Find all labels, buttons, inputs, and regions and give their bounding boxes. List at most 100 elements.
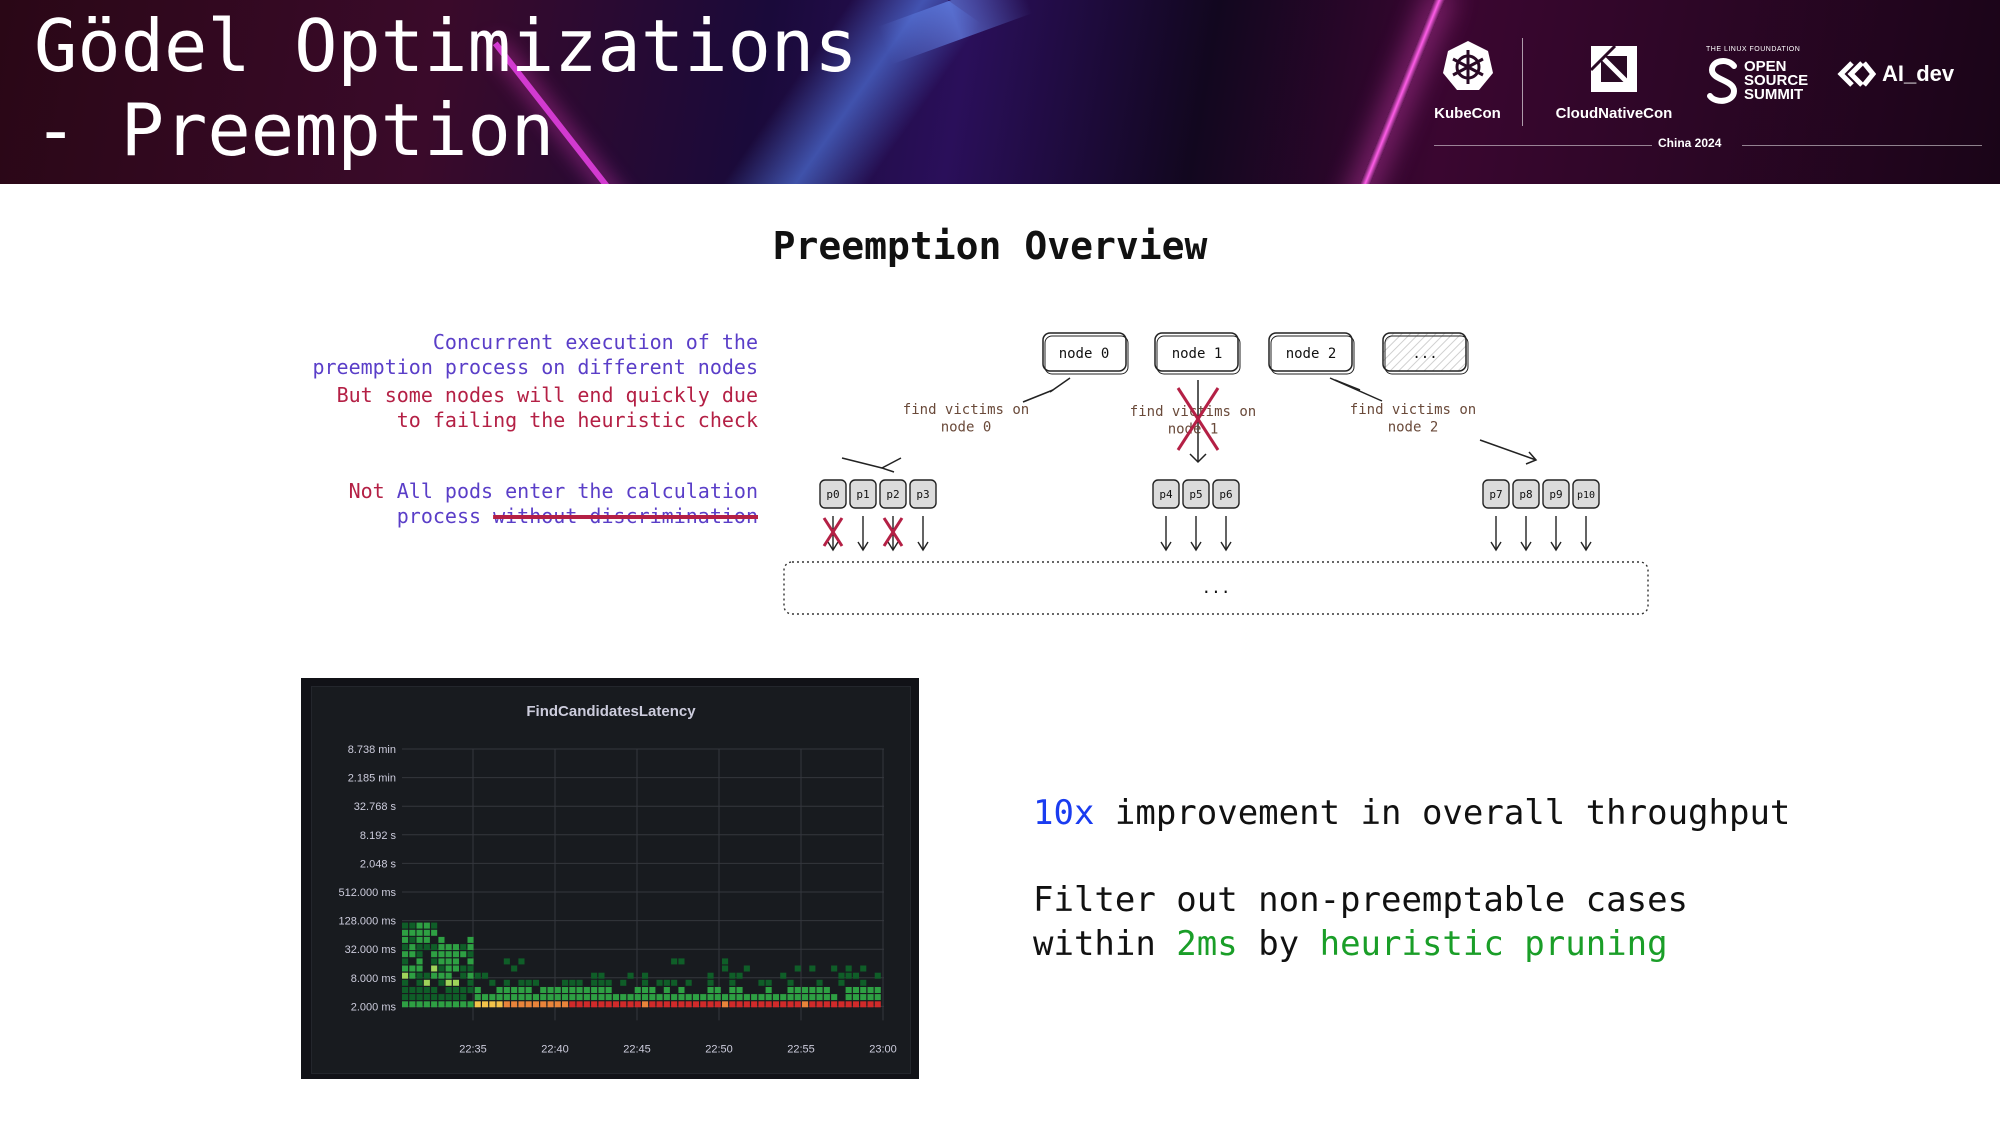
heatmap-cell	[445, 972, 452, 979]
heatmap-cell	[707, 972, 714, 979]
heatmap-cell	[423, 1001, 430, 1008]
pod-p7: p7	[1482, 479, 1510, 552]
heatmap-cell	[431, 958, 438, 965]
filter-method: heuristic pruning	[1319, 924, 1668, 964]
heatmap-cell	[511, 987, 518, 993]
heatmap-cell	[678, 958, 685, 965]
filter-stat-line1: Filter out non-preemptable cases	[1033, 880, 1689, 920]
heatmap-cell	[831, 994, 838, 1001]
kubecon-logo: KubeCon	[1420, 38, 1515, 122]
heatmap-cell	[416, 994, 423, 1001]
heatmap-cell	[663, 987, 670, 993]
heatmap-cell	[438, 944, 445, 951]
heatmap-cell	[838, 979, 845, 986]
heatmap-cell	[445, 1001, 452, 1008]
heatmap-cell	[438, 1001, 445, 1008]
cloudnativecon-logo: CloudNativeCon	[1534, 44, 1694, 122]
heatmap-cell	[569, 994, 576, 1001]
heatmap-cell	[452, 944, 459, 951]
heatmap-cell	[467, 951, 474, 958]
heatmap-cell	[489, 1001, 496, 1008]
event-logos: KubeCon CloudNativeCon THE LINUX FOUNDAT…	[1420, 30, 1990, 160]
improvement-text: improvement in overall throughput	[1094, 793, 1791, 833]
node-box-ellipsis: ...	[1382, 332, 1469, 375]
heatmap-cell	[438, 951, 445, 958]
heatmap-cell	[736, 994, 743, 1001]
heatmap-cell	[612, 994, 619, 1001]
heatmap-cell	[642, 972, 649, 979]
heatmap-cell	[714, 987, 721, 993]
heatmap-cell	[722, 1001, 729, 1008]
heatmap-cell	[482, 972, 489, 979]
heatmap-cell	[874, 994, 881, 1001]
heatmap-cell	[547, 1001, 554, 1008]
heatmap-cell	[816, 1001, 823, 1008]
node-box: node 1	[1154, 332, 1241, 375]
heatmap-cell	[627, 1001, 634, 1008]
heatmap-cell	[671, 994, 678, 1001]
heatmap-cell	[554, 1001, 561, 1008]
heatmap-cell	[503, 979, 510, 986]
heatmap-cell	[576, 1001, 583, 1008]
pod-label: p4	[1159, 488, 1173, 501]
heatmap-cell	[576, 994, 583, 1001]
heatmap-cell	[823, 1001, 830, 1008]
x-tick-label: 22:50	[705, 1043, 733, 1055]
heatmap-cell	[591, 1001, 598, 1008]
heatmap-cell	[518, 979, 525, 986]
heatmap-cell	[460, 994, 467, 1001]
y-tick-label: 8.738 min	[348, 744, 396, 756]
heatmap-cell	[591, 987, 598, 993]
heatmap-cell	[445, 965, 452, 972]
y-tick-label: 2.000 ms	[351, 1001, 397, 1013]
heatmap-cell	[627, 994, 634, 1001]
heatmap-cell	[874, 1001, 881, 1008]
heatmap-cell	[860, 994, 867, 1001]
filter-within: within	[1033, 924, 1177, 964]
heatmap-cell	[845, 987, 852, 993]
heatmap-cell	[605, 994, 612, 1001]
heatmap-cell	[511, 994, 518, 1001]
heatmap-cell	[612, 1001, 619, 1008]
heatmap-cell	[532, 1001, 539, 1008]
heatmap-cell	[474, 972, 481, 979]
heatmap-cell	[452, 979, 459, 986]
heatmap-cell	[445, 944, 452, 951]
heatmap-cell	[576, 979, 583, 986]
heatmap-cell	[416, 922, 423, 929]
heatmap-cell	[438, 965, 445, 972]
heatmap-cell	[402, 1001, 409, 1008]
heatmap-cell	[416, 1001, 423, 1008]
y-tick-label: 128.000 ms	[339, 916, 397, 928]
pod-p2: p2	[879, 479, 907, 552]
heatmap-cell	[845, 1001, 852, 1008]
heatmap-cell	[583, 1001, 590, 1008]
heatmap-cell	[409, 1001, 416, 1008]
y-tick-label: 2.185 min	[348, 773, 396, 785]
heatmap-cell	[489, 994, 496, 1001]
heatmap-cell	[794, 965, 801, 972]
heatmap-cell	[736, 987, 743, 993]
heatmap-cell	[467, 1001, 474, 1008]
pod-label: p9	[1549, 488, 1562, 501]
heatmap-cell	[627, 972, 634, 979]
heatmap-cell	[743, 994, 750, 1001]
kubernetes-helm-icon	[1442, 41, 1493, 90]
heatmap-cell	[663, 994, 670, 1001]
y-tick-label: 8.192 s	[360, 830, 397, 842]
heatmap-cell	[605, 987, 612, 993]
heatmap-cell	[787, 1001, 794, 1008]
heatmap-cell	[496, 987, 503, 993]
heatmap-cell	[431, 929, 438, 936]
ai-dev-logo: AI_dev	[1836, 60, 1986, 88]
heatmap-cell	[423, 987, 430, 993]
heatmap-cell	[503, 958, 510, 965]
heatmap-cell	[547, 994, 554, 1001]
heatmap-cell	[423, 972, 430, 979]
heatmap-cell	[751, 994, 758, 1001]
pod-p10: p10	[1572, 479, 1600, 552]
heatmap-cell	[634, 994, 641, 1001]
heatmap-cell	[700, 1001, 707, 1008]
heatmap-cell	[802, 994, 809, 1001]
oss-word: SUMMIT	[1744, 86, 1804, 103]
